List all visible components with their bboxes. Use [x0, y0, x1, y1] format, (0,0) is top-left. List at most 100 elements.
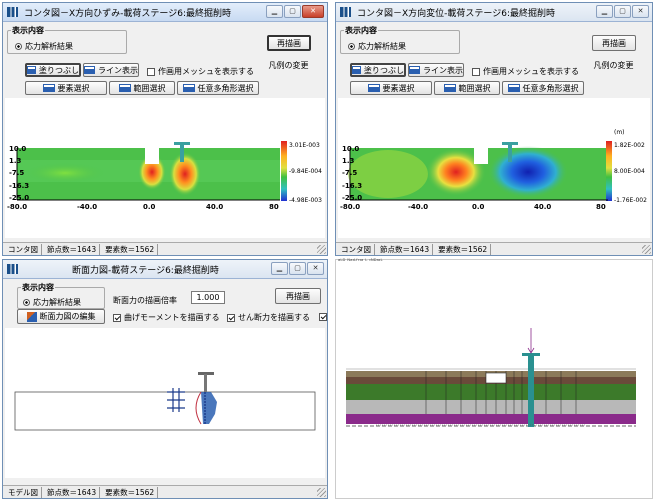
fill-button[interactable]: 塗りつぶし [350, 63, 406, 77]
radio-selected-icon [15, 43, 22, 50]
display-group-label: 表示内容 [344, 25, 378, 36]
legend-max: 1.82E-002 [614, 142, 645, 149]
redraw-button[interactable]: 再描画 [267, 35, 311, 51]
status-elements: 要素数＝1562 [102, 243, 159, 255]
displacement-contour-window[interactable]: コンタ図－X方向変位-載荷ステージ6:最終掘削時 ▁ ▢ ✕ 表示内容 応力解析… [335, 2, 653, 256]
select-range-button[interactable]: 範囲選択 [434, 81, 500, 95]
x-tick-4: 80 [596, 203, 606, 211]
section-force-window[interactable]: 断面力図-載荷ステージ6:最終掘削時 ▁ ▢ ✕ 表示内容 応力解析結果 断面力… [2, 259, 328, 499]
legend-change-button[interactable]: 凡例の変更 [261, 58, 316, 73]
status-bar: コンタ図 節点数＝1643 要素数＝1562 [3, 242, 327, 255]
select-polygon-button[interactable]: 任意多角形選択 [502, 81, 584, 95]
fill-button[interactable]: 塗りつぶし [25, 63, 81, 77]
analysis-radio[interactable]: 応力解析結果 [348, 41, 406, 52]
x-tick-1: -40.0 [77, 203, 97, 211]
soil-layer-4 [346, 400, 636, 414]
shear-label: せん断力を描画する [238, 313, 310, 322]
displacement-contour-plot: (m) 1.82E-002 8.00E-004 -1.76E-002 10.0 … [340, 129, 647, 211]
section-force-diagram [14, 372, 316, 431]
checkbox-icon [472, 67, 480, 76]
x-tick-3: 40.0 [206, 203, 223, 211]
y-tick-3: -16.3 [9, 182, 29, 190]
app-icon [340, 7, 351, 17]
maximize-icon[interactable]: ▢ [614, 5, 631, 18]
radio-selected-icon [348, 43, 355, 50]
section-force-canvas[interactable] [5, 328, 325, 478]
y-tick-3: -16.3 [342, 182, 362, 190]
y-tick-4: -25.0 [342, 194, 362, 202]
title-bar[interactable]: 断面力図-載荷ステージ6:最終掘削時 ▁ ▢ ✕ [3, 260, 327, 279]
line-icon [84, 66, 95, 74]
y-tick-0: 10.0 [342, 145, 359, 153]
redraw-button[interactable]: 再描画 [275, 288, 321, 304]
shear-checkbox[interactable]: せん断力を描画する [227, 312, 310, 323]
fill-label: 塗りつぶし [363, 65, 404, 75]
x-tick-0: -80.0 [7, 203, 27, 211]
select-range-label: 範囲選択 [458, 83, 491, 93]
select-range-button[interactable]: 範囲選択 [109, 81, 175, 95]
axial-checkbox[interactable] [319, 312, 327, 321]
model-view-panel[interactable]: ᵃᴸᴰ ᴺᵃᶦᴸᶠʳᶦᵃ ᴸ ᶦᴺᴰᵃᶦᴸ [335, 258, 653, 499]
title-bar[interactable]: コンタ図－X方向ひずみ-載荷ステージ6:最終掘削時 ▁ ▢ ✕ [3, 3, 327, 22]
resize-grip-icon[interactable] [317, 488, 326, 497]
select-polygon-button[interactable]: 任意多角形選択 [177, 81, 259, 95]
close-icon[interactable]: ✕ [307, 262, 324, 275]
range-icon [118, 84, 131, 92]
scale-input[interactable]: 1.000 [191, 291, 225, 304]
strain-contour-window[interactable]: コンタ図－X方向ひずみ-載荷ステージ6:最終掘削時 ▁ ▢ ✕ 表示内容 応力解… [2, 2, 328, 256]
select-polygon-label: 任意多角形選択 [522, 83, 579, 93]
x-tick-3: 40.0 [534, 203, 551, 211]
resize-grip-icon[interactable] [317, 245, 326, 254]
excavation-area [485, 372, 507, 384]
resize-grip-icon[interactable] [642, 245, 651, 254]
analysis-radio[interactable]: 応力解析結果 [23, 297, 81, 308]
maximize-icon[interactable]: ▢ [289, 262, 306, 275]
element-icon [42, 84, 55, 92]
minimize-icon[interactable]: ▁ [266, 5, 283, 18]
select-range-label: 範囲選択 [133, 83, 166, 93]
minimize-icon[interactable]: ▁ [271, 262, 288, 275]
contour-canvas[interactable]: 3.01E-003 -9.84E-004 -4.98E-003 10.0 1.3… [5, 98, 325, 238]
status-bar: コンタ図 節点数＝1643 要素数＝1562 [336, 242, 652, 255]
display-group-label: 表示内容 [11, 25, 45, 36]
moment-diagram [195, 391, 217, 425]
line-display-button[interactable]: ライン表示 [408, 63, 464, 77]
checkbox-checked-icon [113, 313, 121, 322]
edit-section-button[interactable]: 断面力図の編集 [17, 309, 105, 324]
x-tick-0: -80.0 [340, 203, 360, 211]
app-icon [7, 264, 18, 274]
select-element-button[interactable]: 要素選択 [25, 81, 107, 95]
scale-label: 断面力の描画倍率 [113, 296, 177, 305]
window-title: 断面力図-載荷ステージ6:最終掘削時 [72, 265, 219, 276]
legend-change-button[interactable]: 凡例の変更 [586, 58, 641, 73]
mesh-checkbox[interactable]: 作画用メッシュを表示する [472, 66, 579, 77]
analysis-radio[interactable]: 応力解析結果 [15, 41, 73, 52]
legend-min: -4.98E-003 [289, 197, 322, 204]
contour-canvas[interactable]: (m) 1.82E-002 8.00E-004 -1.76E-002 10.0 … [338, 98, 650, 238]
select-element-button[interactable]: 要素選択 [350, 81, 432, 95]
fill-label: 塗りつぶし [38, 65, 79, 75]
x-tick-1: -40.0 [408, 203, 428, 211]
element-icon [367, 84, 380, 92]
status-mode: モデル図 [5, 486, 42, 498]
moment-label: 曲げモーメントを描画する [124, 313, 220, 322]
maximize-icon[interactable]: ▢ [284, 5, 301, 18]
redraw-button[interactable]: 再描画 [592, 35, 636, 51]
excavation-void [145, 148, 159, 164]
soil-layer-3 [346, 384, 636, 400]
moment-checkbox[interactable]: 曲げモーメントを描画する [113, 312, 220, 323]
close-icon[interactable]: ✕ [302, 5, 324, 18]
status-elements: 要素数＝1562 [435, 243, 492, 255]
checkbox-icon [147, 67, 155, 76]
mesh-checkbox[interactable]: 作画用メッシュを表示する [147, 66, 254, 77]
title-bar[interactable]: コンタ図－X方向変位-載荷ステージ6:最終掘削時 ▁ ▢ ✕ [336, 3, 652, 22]
close-icon[interactable]: ✕ [632, 5, 649, 18]
pile [528, 353, 534, 427]
line-display-button[interactable]: ライン表示 [83, 63, 139, 77]
select-element-label: 要素選択 [382, 83, 415, 93]
checkbox-checked-icon [319, 312, 327, 321]
radio-label: 応力解析結果 [25, 42, 73, 51]
legend-max: 3.01E-003 [289, 142, 320, 149]
soil-layer-5 [346, 414, 636, 424]
minimize-icon[interactable]: ▁ [596, 5, 613, 18]
